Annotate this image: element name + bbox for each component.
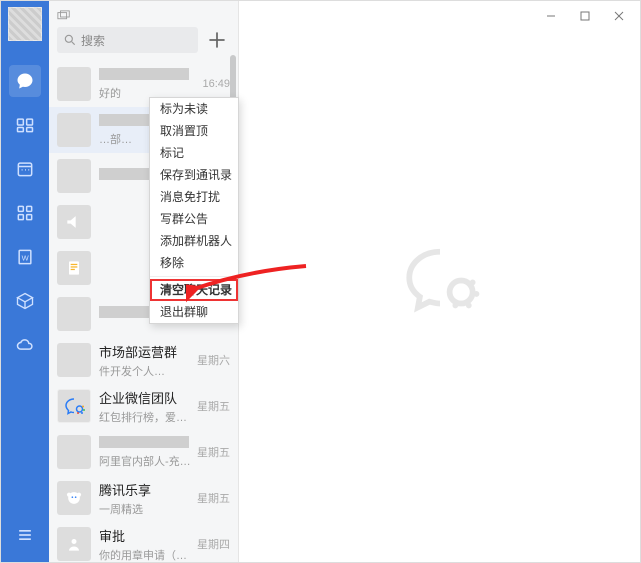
item-time: 星期五 bbox=[197, 398, 230, 414]
item-preview: 你的用章申请（不外… bbox=[99, 547, 193, 563]
close-button[interactable] bbox=[604, 4, 634, 28]
nav-box-icon[interactable] bbox=[6, 282, 44, 320]
context-menu-item[interactable]: 取消置顶 bbox=[150, 120, 238, 142]
item-preview: 一周精选 bbox=[99, 501, 193, 517]
search-placeholder: 搜索 bbox=[81, 32, 105, 49]
list-item[interactable]: 企业微信团队红包排行榜，爱进入…星期五 bbox=[49, 383, 238, 429]
context-menu-item[interactable]: 保存到通讯录 bbox=[150, 164, 238, 186]
nav-menu-icon[interactable] bbox=[6, 516, 44, 554]
list-header bbox=[49, 1, 238, 23]
list-item[interactable]: 腾讯乐享一周精选星期五 bbox=[49, 475, 238, 521]
item-preview: 红包排行榜，爱进入… bbox=[99, 409, 193, 425]
nav-docs-icon[interactable]: W bbox=[6, 238, 44, 276]
nav-rail: W bbox=[1, 1, 49, 562]
list-item[interactable]: 市场部运营群件开发个人…星期六 bbox=[49, 337, 238, 383]
wecom-logo-icon bbox=[392, 232, 488, 331]
list-item[interactable]: 阿里官内部人-充12:1…星期五 bbox=[49, 429, 238, 475]
nav-apps-icon[interactable] bbox=[6, 194, 44, 232]
context-menu-item[interactable]: 标记 bbox=[150, 142, 238, 164]
context-menu-item[interactable]: 标为未读 bbox=[150, 98, 238, 120]
search-input[interactable]: 搜索 bbox=[57, 27, 198, 53]
minimize-button[interactable] bbox=[536, 4, 566, 28]
item-title-blurred bbox=[99, 436, 189, 448]
window-stack-icon[interactable] bbox=[57, 9, 71, 19]
nav-calendar-icon[interactable] bbox=[6, 150, 44, 188]
item-preview: 阿里官内部人-充12:1… bbox=[99, 453, 193, 469]
item-title: 企业微信团队 bbox=[99, 388, 193, 407]
context-menu-item[interactable]: 消息免打扰 bbox=[150, 186, 238, 208]
avatar[interactable] bbox=[8, 7, 42, 41]
item-time: 星期五 bbox=[197, 490, 230, 506]
item-title: 腾讯乐享 bbox=[99, 480, 193, 499]
item-time: 星期六 bbox=[197, 352, 230, 368]
item-time: 星期四 bbox=[197, 536, 230, 552]
context-menu-item-clear-history[interactable]: 清空聊天记录 bbox=[150, 279, 238, 301]
item-time: 星期五 bbox=[197, 444, 230, 460]
nav-contacts-icon[interactable] bbox=[6, 106, 44, 144]
context-menu-item[interactable]: 写群公告 bbox=[150, 208, 238, 230]
item-title: 审批 bbox=[99, 526, 193, 545]
nav-cloud-icon[interactable] bbox=[6, 326, 44, 364]
context-menu: 标为未读取消置顶标记保存到通讯录消息免打扰写群公告添加群机器人移除清空聊天记录退… bbox=[149, 97, 239, 324]
main-pane bbox=[239, 1, 640, 562]
maximize-button[interactable] bbox=[570, 4, 600, 28]
add-button[interactable] bbox=[204, 27, 230, 53]
list-item[interactable]: 审批你的用章申请（不外…星期四 bbox=[49, 521, 238, 562]
item-preview: 件开发个人… bbox=[99, 363, 193, 379]
item-title-blurred bbox=[99, 68, 189, 80]
item-title: 市场部运营群 bbox=[99, 342, 193, 361]
nav-chat-icon[interactable] bbox=[6, 62, 44, 100]
titlebar bbox=[239, 1, 640, 31]
context-menu-item[interactable]: 移除 bbox=[150, 252, 238, 274]
svg-text:W: W bbox=[22, 253, 30, 262]
context-menu-item[interactable]: 退出群聊 bbox=[150, 301, 238, 323]
item-time: 16:49 bbox=[202, 78, 230, 90]
search-icon bbox=[63, 33, 77, 47]
context-menu-item[interactable]: 添加群机器人 bbox=[150, 230, 238, 252]
